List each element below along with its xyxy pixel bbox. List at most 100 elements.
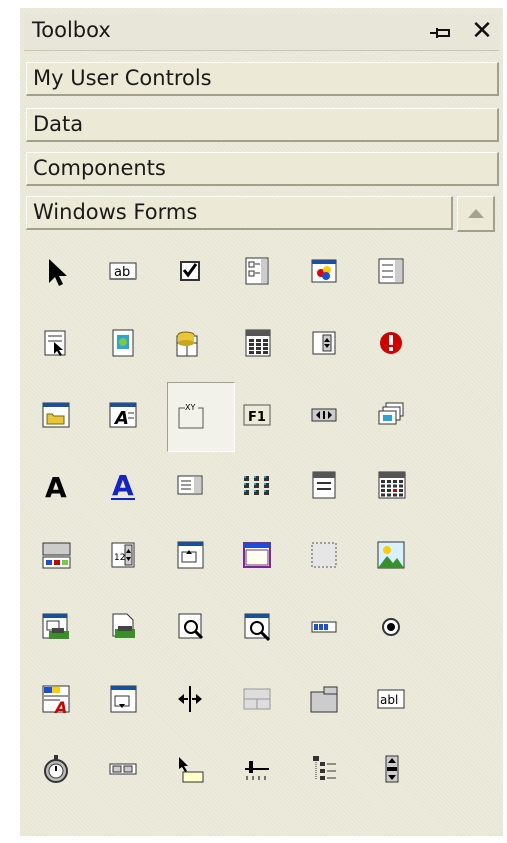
tab-components[interactable]: Components bbox=[26, 152, 499, 186]
tool-font-dialog-icon[interactable]: A bbox=[103, 394, 143, 434]
groupbox-icon: XY bbox=[178, 402, 204, 429]
tool-label-icon[interactable]: ab bbox=[103, 250, 143, 290]
tool-panel-dotted-icon[interactable] bbox=[304, 534, 344, 574]
tool-listview-icon[interactable] bbox=[237, 464, 277, 504]
error-provider-icon bbox=[380, 332, 402, 354]
panel-icon bbox=[243, 542, 271, 568]
svg-text:A: A bbox=[53, 698, 67, 716]
tool-checked-listbox-icon[interactable] bbox=[237, 250, 277, 290]
combobox-icon bbox=[378, 258, 404, 284]
tab-windows-forms-label: Windows Forms bbox=[33, 200, 198, 224]
checked-listbox-icon bbox=[245, 257, 269, 285]
tooltip-icon bbox=[179, 757, 204, 783]
tool-notifyicon-icon[interactable] bbox=[36, 534, 76, 574]
save-file-dialog-icon bbox=[110, 685, 137, 713]
svg-text:abl: abl bbox=[380, 693, 398, 707]
svg-text:XY: XY bbox=[185, 403, 195, 412]
tool-print-preview-control-icon[interactable] bbox=[170, 606, 210, 646]
svg-text:A: A bbox=[112, 469, 134, 502]
checkbox-icon bbox=[180, 261, 200, 281]
monthcalendar-icon bbox=[378, 471, 406, 499]
textbox-icon: abl bbox=[377, 689, 405, 709]
tool-checkbox-icon[interactable] bbox=[170, 250, 210, 290]
linklabel-icon: A bbox=[111, 469, 135, 502]
tool-toolbar-icon[interactable] bbox=[103, 748, 143, 788]
tool-print-preview-dialog-icon[interactable] bbox=[237, 606, 277, 646]
tool-color-dialog-icon[interactable] bbox=[304, 250, 344, 290]
trackbar-icon bbox=[245, 761, 269, 780]
tab-data-label: Data bbox=[33, 112, 84, 136]
label-icon: ab bbox=[109, 262, 137, 280]
tool-datetime-picker-icon[interactable] bbox=[237, 322, 277, 362]
domain-updown-icon bbox=[312, 331, 336, 355]
tool-domain-updown-icon[interactable] bbox=[304, 322, 344, 362]
help-provider-icon: F1 bbox=[243, 404, 271, 426]
folder-browser-dialog-icon bbox=[42, 402, 70, 428]
listbox-icon bbox=[177, 475, 203, 495]
tool-context-menu-icon[interactable] bbox=[36, 322, 76, 362]
tab-windows-forms[interactable]: Windows Forms bbox=[26, 196, 453, 230]
tool-textbox-icon[interactable]: abl bbox=[371, 678, 411, 718]
tool-hscrollbar-icon[interactable] bbox=[304, 394, 344, 434]
splitter-icon bbox=[178, 686, 202, 712]
tool-treeview-icon[interactable] bbox=[304, 748, 344, 788]
tool-imagelist-icon[interactable] bbox=[371, 394, 411, 434]
tool-mainmenu-icon[interactable] bbox=[304, 464, 344, 504]
print-preview-dialog-icon bbox=[244, 613, 271, 642]
svg-text:12: 12 bbox=[114, 553, 125, 563]
tool-richtextbox-icon[interactable]: A bbox=[36, 678, 76, 718]
svg-text:F1: F1 bbox=[248, 410, 266, 425]
page-setup-dialog-icon bbox=[42, 613, 69, 639]
tab-data[interactable]: Data bbox=[26, 108, 499, 142]
tool-splitter-icon[interactable] bbox=[170, 678, 210, 718]
tool-vscrollbar-icon[interactable] bbox=[371, 748, 411, 788]
tab-my-user-controls-label: My User Controls bbox=[33, 66, 212, 90]
tool-open-file-dialog-icon[interactable] bbox=[170, 534, 210, 574]
vscrollbar-icon bbox=[385, 755, 399, 783]
svg-text:ab: ab bbox=[114, 265, 130, 280]
tool-tooltip-icon[interactable] bbox=[170, 748, 210, 788]
open-file-dialog-icon bbox=[177, 541, 204, 569]
print-dialog-icon bbox=[112, 613, 135, 638]
tool-crystal-report-viewer-icon[interactable] bbox=[103, 322, 143, 362]
datetime-picker-icon bbox=[245, 329, 271, 357]
notifyicon-icon bbox=[42, 542, 71, 569]
tabcontrol-icon bbox=[310, 686, 338, 713]
close-icon[interactable]: ✕ bbox=[468, 16, 496, 46]
tool-radiobutton-icon[interactable] bbox=[371, 606, 411, 646]
context-menu-icon bbox=[44, 330, 66, 356]
tool-error-provider-icon[interactable] bbox=[371, 322, 411, 362]
radiobutton-icon bbox=[382, 618, 400, 636]
panel-dotted-icon bbox=[311, 542, 337, 568]
tool-statusbar-icon[interactable] bbox=[237, 678, 277, 718]
tool-tabcontrol-icon[interactable] bbox=[304, 678, 344, 718]
tool-timer-icon[interactable] bbox=[36, 748, 76, 788]
tool-progressbar-icon[interactable] bbox=[304, 606, 344, 646]
tool-panel-icon[interactable] bbox=[237, 534, 277, 574]
tool-folder-browser-dialog-icon[interactable] bbox=[36, 394, 76, 434]
tool-linklabel-icon[interactable]: A bbox=[103, 464, 143, 504]
picturebox-icon bbox=[377, 541, 405, 569]
tool-combobox-icon[interactable] bbox=[371, 250, 411, 290]
tab-my-user-controls[interactable]: My User Controls bbox=[26, 62, 499, 96]
tool-pointer-icon[interactable] bbox=[36, 250, 76, 290]
richtextbox-icon: A bbox=[42, 685, 70, 716]
tool-groupbox-icon[interactable]: XY bbox=[170, 394, 210, 434]
pin-icon[interactable] bbox=[428, 24, 452, 42]
svg-text:A: A bbox=[45, 471, 67, 502]
tool-page-setup-dialog-icon[interactable] bbox=[36, 606, 76, 646]
tool-trackbar-icon[interactable] bbox=[237, 748, 277, 788]
tool-listbox-icon[interactable] bbox=[170, 464, 210, 504]
tool-help-provider-icon[interactable]: F1 bbox=[237, 394, 277, 434]
tool-numeric-updown-icon[interactable]: 12 bbox=[103, 534, 143, 574]
label-text-icon: A bbox=[45, 471, 67, 502]
tool-label-text-icon[interactable]: A bbox=[36, 464, 76, 504]
tool-data-grid-icon[interactable] bbox=[170, 322, 210, 362]
toolbox-panel: Toolbox ✕ My User Controls Data Componen… bbox=[20, 8, 503, 836]
tool-monthcalendar-icon[interactable] bbox=[371, 464, 411, 504]
tool-print-dialog-icon[interactable] bbox=[103, 606, 143, 646]
tab-components-label: Components bbox=[33, 156, 166, 180]
tool-picturebox-icon[interactable] bbox=[371, 534, 411, 574]
tool-save-file-dialog-icon[interactable] bbox=[103, 678, 143, 718]
scroll-up-icon[interactable] bbox=[457, 196, 495, 232]
